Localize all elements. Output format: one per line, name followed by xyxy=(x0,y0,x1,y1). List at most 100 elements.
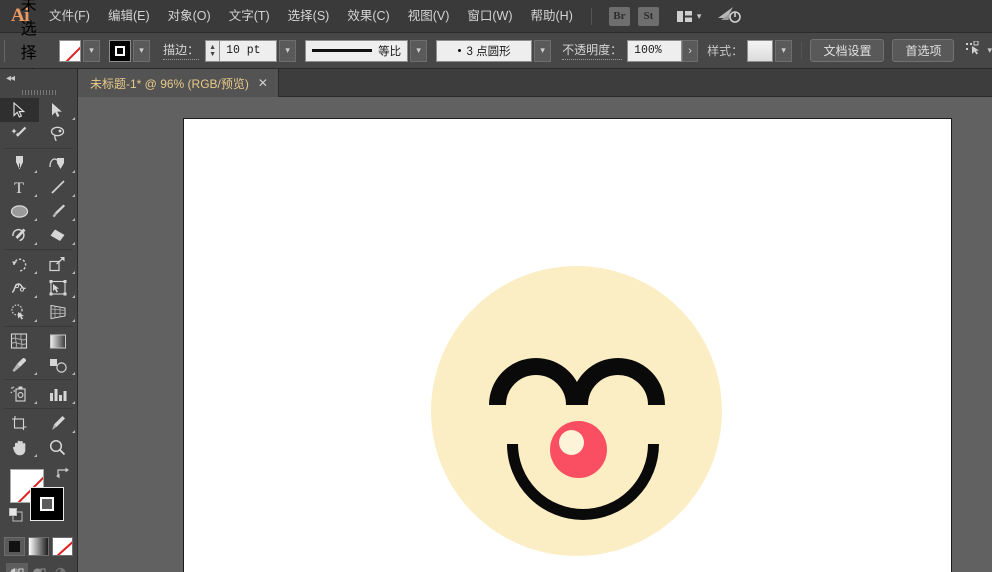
line-segment-tool[interactable] xyxy=(39,175,78,199)
width-tool[interactable] xyxy=(0,276,39,300)
gradient-tool[interactable] xyxy=(39,329,78,353)
eyedropper-tool[interactable] xyxy=(0,353,39,377)
swap-fill-stroke-icon[interactable] xyxy=(56,467,69,482)
free-transform-tool[interactable] xyxy=(39,276,78,300)
stroke-swatch[interactable] xyxy=(109,40,131,62)
style-swatch[interactable] xyxy=(747,40,773,62)
tool-more-icon xyxy=(72,295,75,298)
stock-button[interactable]: St xyxy=(638,7,659,26)
tool-more-icon xyxy=(72,218,75,221)
stroke-weight-chevron-down-icon[interactable]: ▾ xyxy=(279,40,296,62)
workspace-layout-icon xyxy=(677,11,692,22)
fill-control[interactable]: ▾ xyxy=(59,40,100,62)
zoom-tool[interactable] xyxy=(39,435,78,459)
opacity-chevron-right-icon[interactable]: › xyxy=(682,40,698,62)
opacity-value[interactable]: 100% xyxy=(627,40,682,62)
stroke-weight-label[interactable]: 描边： xyxy=(163,41,199,60)
right-eye[interactable] xyxy=(571,358,665,405)
tools-panel: ◂◂ xyxy=(0,69,78,572)
collapse-double-left-icon[interactable]: ◂◂ xyxy=(6,73,14,84)
mesh-tool[interactable] xyxy=(0,329,39,353)
menu-select[interactable]: 选择(S) xyxy=(279,0,339,33)
symbol-sprayer-tool[interactable] xyxy=(0,382,39,406)
brush-chevron-down-icon[interactable]: ▾ xyxy=(534,40,551,62)
close-icon[interactable]: ✕ xyxy=(258,77,268,89)
drawing-mode-buttons xyxy=(0,563,77,572)
menu-effect[interactable]: 效果(C) xyxy=(338,0,398,33)
eraser-tool[interactable] xyxy=(39,223,78,247)
color-button[interactable] xyxy=(4,537,25,556)
menu-window[interactable]: 窗口(W) xyxy=(458,0,521,33)
direct-selection-tool[interactable] xyxy=(39,98,78,122)
tool-more-icon xyxy=(34,401,37,404)
artboard-tool[interactable] xyxy=(0,411,39,435)
menu-type[interactable]: 文字(T) xyxy=(220,0,279,33)
type-tool[interactable]: T xyxy=(0,175,39,199)
magic-wand-tool[interactable] xyxy=(0,122,39,146)
hand-tool[interactable] xyxy=(0,435,39,459)
ellipse-tool[interactable] xyxy=(0,199,39,223)
pen-tool[interactable] xyxy=(0,151,39,175)
default-fill-stroke-icon[interactable] xyxy=(9,508,23,527)
tool-more-icon xyxy=(34,372,37,375)
fill-dropdown-chevron-down-icon[interactable]: ▾ xyxy=(83,40,100,62)
menu-view[interactable]: 视图(V) xyxy=(399,0,459,33)
style-label: 样式： xyxy=(707,42,743,59)
artboard[interactable]: ○○ xyxy=(183,118,952,572)
bridge-button[interactable]: Br xyxy=(609,7,630,26)
blend-tool[interactable] xyxy=(39,353,78,377)
draw-inside-button[interactable] xyxy=(50,563,72,572)
document-tab[interactable]: 未标题-1* @ 96% (RGB/预览) ✕ xyxy=(78,69,279,97)
style-control[interactable]: ▾ xyxy=(747,40,792,62)
stroke-profile-control[interactable]: 等比 ▾ xyxy=(305,40,427,62)
fill-swatch[interactable] xyxy=(59,40,81,62)
menu-help[interactable]: 帮助(H) xyxy=(522,0,582,33)
curvature-tool[interactable] xyxy=(39,151,78,175)
scale-tool[interactable] xyxy=(39,252,78,276)
selection-tool[interactable] xyxy=(0,98,39,122)
opacity-control[interactable]: 100% › xyxy=(627,40,698,62)
perspective-grid-tool[interactable] xyxy=(39,300,78,324)
tools-panel-header[interactable]: ◂◂ xyxy=(0,69,77,87)
none-button[interactable] xyxy=(52,537,73,556)
shape-builder-tool[interactable] xyxy=(0,300,39,324)
canvas-area[interactable]: ○○ xyxy=(78,97,992,572)
nose[interactable] xyxy=(550,421,607,478)
stroke-color-swatch[interactable] xyxy=(30,487,64,521)
document-setup-button[interactable]: 文档设置 xyxy=(810,39,884,62)
tools-divider xyxy=(4,249,73,250)
panel-drag-grip[interactable] xyxy=(0,87,77,98)
creative-cloud-icon[interactable] xyxy=(717,5,741,28)
rotate-tool[interactable] xyxy=(0,252,39,276)
stroke-weight-stepper[interactable]: ▲▼ xyxy=(205,40,219,62)
align-chevron-down-icon[interactable]: ▾ xyxy=(987,45,992,56)
draw-behind-button[interactable] xyxy=(28,563,50,572)
tool-more-icon xyxy=(34,170,37,173)
column-graph-tool[interactable] xyxy=(39,382,78,406)
align-to-selection-icon xyxy=(966,41,982,60)
left-eye[interactable] xyxy=(489,358,583,405)
slice-tool[interactable] xyxy=(39,411,78,435)
lasso-tool[interactable] xyxy=(39,122,78,146)
style-chevron-down-icon[interactable]: ▾ xyxy=(775,40,792,62)
draw-normal-button[interactable] xyxy=(6,563,28,572)
control-bar-grip[interactable] xyxy=(4,40,7,62)
align-control[interactable]: ▾ xyxy=(966,41,992,60)
paintbrush-tool[interactable] xyxy=(39,199,78,223)
opacity-label[interactable]: 不透明度： xyxy=(562,41,622,60)
stroke-weight-control[interactable]: ▲▼ 10 pt ▾ xyxy=(205,40,296,62)
workspace-switcher[interactable]: ▾ xyxy=(677,11,702,22)
smiley-face-artwork[interactable] xyxy=(431,266,722,556)
tools-divider xyxy=(4,379,73,380)
stroke-dropdown-chevron-down-icon[interactable]: ▾ xyxy=(133,40,150,62)
shaper-tool[interactable] xyxy=(0,223,39,247)
preferences-button[interactable]: 首选项 xyxy=(892,39,954,62)
stroke-profile-chevron-down-icon[interactable]: ▾ xyxy=(410,40,427,62)
svg-text:T: T xyxy=(14,180,24,195)
gradient-button[interactable] xyxy=(28,537,49,556)
stroke-weight-value[interactable]: 10 pt xyxy=(219,40,277,62)
menu-object[interactable]: 对象(O) xyxy=(159,0,220,33)
stroke-color-control[interactable]: ▾ xyxy=(109,40,150,62)
menu-edit[interactable]: 编辑(E) xyxy=(99,0,159,33)
brush-definition-control[interactable]: 3 点圆形 ▾ xyxy=(436,40,551,62)
